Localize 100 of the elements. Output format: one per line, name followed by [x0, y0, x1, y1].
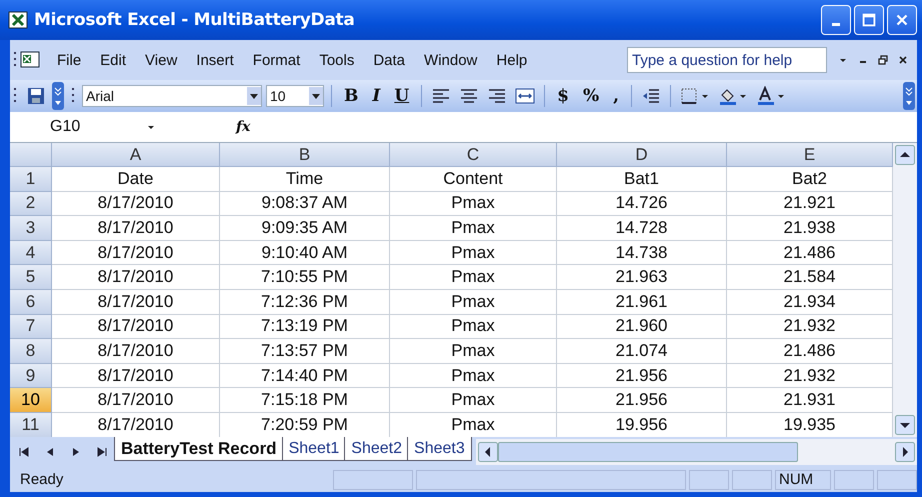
status-text: Ready — [19, 471, 64, 488]
table-cell: Bat1 — [557, 167, 727, 192]
table-cell: 8/17/2010 — [52, 240, 220, 266]
sheet-tab[interactable]: Sheet2 — [344, 437, 410, 461]
minimize-icon — [832, 22, 840, 26]
row-header[interactable]: 11 — [10, 412, 52, 438]
scroll-thumb[interactable] — [498, 442, 798, 462]
table-cell: 21.956 — [557, 364, 727, 388]
percent-button[interactable]: % — [578, 86, 604, 106]
table-cell: 7:13:57 PM — [220, 339, 390, 364]
row-header[interactable]: 10 — [10, 388, 52, 413]
table-cell: Time — [220, 167, 390, 192]
last-sheet-icon[interactable] — [96, 446, 108, 458]
menu-item[interactable]: Help — [489, 50, 534, 70]
toolbar-options-icon[interactable] — [903, 82, 915, 110]
menu-item[interactable]: Tools — [312, 50, 362, 70]
maximize-icon — [860, 11, 878, 29]
column-header[interactable]: A — [52, 143, 220, 167]
table-cell: 8/17/2010 — [52, 339, 220, 364]
scroll-left-icon[interactable] — [478, 442, 498, 462]
font-color-icon[interactable] — [756, 86, 786, 106]
align-center-icon[interactable] — [459, 86, 480, 106]
row-header[interactable]: 8 — [10, 339, 52, 364]
scroll-up-icon[interactable] — [895, 145, 915, 165]
row-header[interactable]: 7 — [10, 314, 52, 340]
bold-button[interactable]: B — [339, 86, 364, 106]
status-panel — [834, 470, 874, 490]
row-header[interactable]: 2 — [10, 192, 52, 216]
row-header[interactable]: 3 — [10, 216, 52, 241]
table-cell: 8/17/2010 — [52, 265, 220, 290]
table-cell: 14.728 — [557, 216, 727, 241]
menu-item[interactable]: View — [138, 50, 184, 70]
toolbar-options-icon[interactable] — [52, 82, 64, 110]
row-header[interactable]: 6 — [10, 290, 52, 315]
save-icon[interactable] — [26, 86, 46, 106]
table-cell: 21.960 — [557, 314, 727, 340]
table-cell: 7:15:18 PM — [220, 388, 390, 413]
status-panel — [689, 470, 729, 490]
menu-item[interactable]: Data — [366, 50, 412, 70]
align-right-icon[interactable] — [487, 86, 508, 106]
currency-button[interactable]: $ — [552, 86, 574, 106]
table-cell: Content — [390, 167, 557, 192]
close-icon[interactable] — [898, 55, 908, 65]
table-cell: Pmax — [390, 265, 557, 290]
help-search-field[interactable]: Type a question for help — [627, 47, 827, 73]
table-cell: Pmax — [390, 364, 557, 388]
row-header[interactable]: 5 — [10, 265, 52, 290]
sheet-tab[interactable]: Sheet1 — [282, 437, 346, 461]
column-header[interactable]: E — [727, 143, 893, 167]
indent-icon[interactable] — [641, 86, 662, 106]
underline-button[interactable]: U — [389, 86, 414, 106]
table-cell: 8/17/2010 — [52, 388, 220, 413]
close-button[interactable] — [887, 5, 917, 35]
row-header[interactable]: 9 — [10, 364, 52, 388]
sheet-tab[interactable]: Sheet3 — [407, 437, 472, 461]
num-lock-indicator: NUM — [775, 470, 831, 490]
horizontal-scrollbar[interactable] — [476, 439, 917, 465]
menu-item[interactable]: File — [50, 50, 88, 70]
menu-item[interactable]: Insert — [189, 50, 241, 70]
first-sheet-icon[interactable] — [18, 446, 30, 458]
menu-item[interactable]: Window — [417, 50, 484, 70]
menu-item[interactable]: Format — [246, 50, 308, 70]
vertical-scrollbar[interactable] — [893, 143, 917, 437]
minimize-button[interactable] — [821, 5, 851, 35]
table-cell: 9:08:37 AM — [220, 192, 390, 216]
table-cell: 21.956 — [557, 388, 727, 413]
table-cell: 21.074 — [557, 339, 727, 364]
row-header[interactable]: 4 — [10, 240, 52, 266]
table-cell: Pmax — [390, 192, 557, 216]
merge-center-icon[interactable] — [515, 86, 536, 106]
column-header[interactable]: D — [557, 143, 727, 167]
align-left-icon[interactable] — [431, 86, 452, 106]
sheet-tab[interactable]: BatteryTest Record — [114, 437, 284, 461]
table-cell: 21.963 — [557, 265, 727, 290]
excel-icon — [8, 11, 28, 29]
table-cell: 14.726 — [557, 192, 727, 216]
column-header[interactable]: B — [220, 143, 390, 167]
table-cell: 8/17/2010 — [52, 314, 220, 340]
table-cell: Date — [52, 167, 220, 192]
table-cell: 8/17/2010 — [52, 364, 220, 388]
maximize-button[interactable] — [854, 5, 884, 35]
row-header[interactable]: 1 — [10, 167, 52, 192]
table-cell: 7:10:55 PM — [220, 265, 390, 290]
workbook-icon[interactable] — [20, 50, 42, 70]
table-cell: 9:09:35 AM — [220, 216, 390, 241]
scroll-down-icon[interactable] — [895, 415, 915, 435]
scroll-right-icon[interactable] — [895, 442, 915, 462]
borders-icon[interactable] — [680, 86, 710, 106]
table-cell: 7:13:19 PM — [220, 314, 390, 340]
restore-icon[interactable] — [878, 55, 888, 65]
font-size-dropdown[interactable]: 10 — [266, 85, 324, 107]
table-cell: 7:12:36 PM — [220, 290, 390, 315]
comma-style-button[interactable]: , — [608, 86, 624, 106]
font-name-dropdown[interactable]: Arial — [82, 85, 262, 107]
table-cell: 8/17/2010 — [52, 216, 220, 241]
column-header[interactable]: C — [390, 143, 557, 167]
insert-function-button[interactable]: fx — [232, 119, 254, 135]
italic-button[interactable]: I — [367, 86, 386, 106]
name-box[interactable]: G10 — [10, 114, 160, 140]
menu-item[interactable]: Edit — [93, 50, 134, 70]
